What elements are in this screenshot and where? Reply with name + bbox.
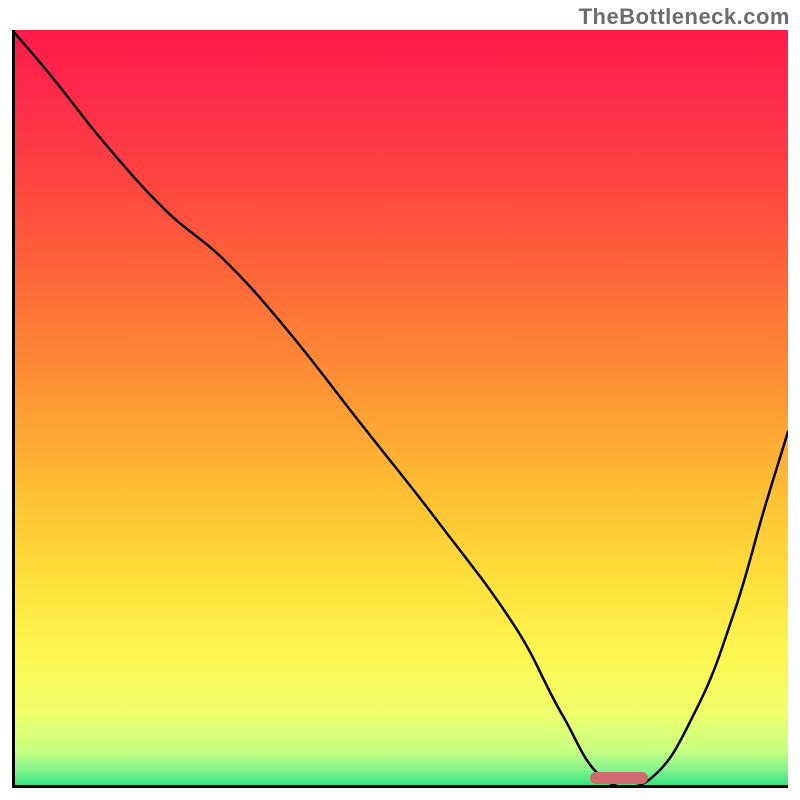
plot-area <box>12 30 788 788</box>
chart-frame: TheBottleneck.com <box>0 0 800 800</box>
gradient-background <box>12 30 788 788</box>
watermark-text: TheBottleneck.com <box>579 4 790 30</box>
plot-svg <box>12 30 788 788</box>
optimal-range-marker <box>590 772 648 784</box>
